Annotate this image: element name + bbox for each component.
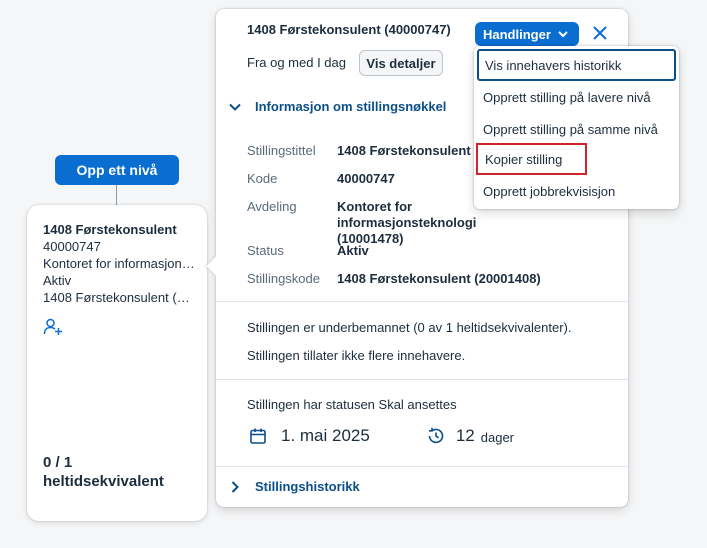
divider xyxy=(216,466,628,467)
history-section-toggle[interactable]: Stillingshistorikk xyxy=(228,479,360,494)
history-section-title: Stillingshistorikk xyxy=(255,479,360,494)
divider xyxy=(216,301,628,302)
menu-item-copy-position[interactable]: Kopier stilling xyxy=(476,143,587,175)
card-status: Aktiv xyxy=(43,273,72,288)
add-person-icon[interactable] xyxy=(43,317,63,337)
actions-menu: Vis innehavers historikk Opprett stillin… xyxy=(474,46,679,209)
start-date: 1. mai 2025 xyxy=(281,426,370,445)
popover-arrow xyxy=(206,256,226,276)
popover-title: 1408 Førstekonsulent (40000747) xyxy=(247,22,451,37)
field-title-label: Stillingstittel xyxy=(247,143,316,158)
chevron-down-icon xyxy=(558,31,568,38)
up-one-level-button[interactable]: Opp ett nivå xyxy=(55,155,179,185)
show-details-button[interactable]: Vis detaljer xyxy=(359,50,443,76)
calendar-icon xyxy=(250,428,266,444)
connector-line xyxy=(116,185,117,205)
field-department-label: Avdeling xyxy=(247,199,297,214)
chevron-right-icon xyxy=(231,480,239,493)
field-status-label: Status xyxy=(247,243,284,258)
card-fte-label: heltidsekvivalent xyxy=(43,473,164,490)
info-section-title: Informasjon om stillingsnøkkel xyxy=(255,99,447,114)
card-code: 40000747 xyxy=(43,239,101,254)
card-position-code: 1408 Førstekonsulent (20001408) xyxy=(43,290,195,305)
chevron-down-icon xyxy=(229,103,241,111)
close-icon[interactable] xyxy=(590,23,610,43)
days-unit: dager xyxy=(480,430,515,445)
field-position-code-label: Stillingskode xyxy=(247,271,320,286)
card-fte: 0 / 1 heltidsekvivalent xyxy=(43,453,164,491)
field-position-code-value: 1408 Førstekonsulent (20001408) xyxy=(337,271,541,286)
no-more-holders-text: Stillingen tillater ikke flere innehaver… xyxy=(247,348,466,363)
countdown-icon xyxy=(428,427,444,444)
actions-button-label: Handlinger xyxy=(483,26,551,42)
card-department: Kontoret for informasjonsteknologi xyxy=(43,256,195,271)
menu-item-create-same-level[interactable]: Opprett stilling på samme nivå xyxy=(474,113,679,145)
field-code-label: Kode xyxy=(247,171,278,186)
position-card[interactable]: 1408 Førstekonsulent 40000747 Kontoret f… xyxy=(27,205,207,521)
card-fte-fraction: 0 / 1 xyxy=(43,454,73,471)
date-row: 1. mai 2025 12 dager xyxy=(249,426,514,446)
understaffed-text: Stillingen er underbemannet (0 av 1 helt… xyxy=(247,320,572,335)
divider xyxy=(216,379,628,380)
days-count: 12 xyxy=(455,426,475,445)
menu-item-create-lower-level[interactable]: Opprett stilling på lavere nivå xyxy=(474,81,679,113)
card-title: 1408 Førstekonsulent xyxy=(43,222,177,237)
valid-from-label: Fra og med I dag xyxy=(247,55,346,70)
menu-item-create-job-requisition[interactable]: Opprett jobbrekvisisjon xyxy=(474,175,679,207)
actions-button[interactable]: Handlinger xyxy=(475,22,579,46)
info-section-toggle[interactable]: Informasjon om stillingsnøkkel xyxy=(228,99,446,114)
menu-item-view-holder-history[interactable]: Vis innehavers historikk xyxy=(477,49,676,81)
field-status-value: Aktiv xyxy=(337,243,369,258)
status-text: Stillingen har statusen Skal ansettes xyxy=(247,397,457,412)
